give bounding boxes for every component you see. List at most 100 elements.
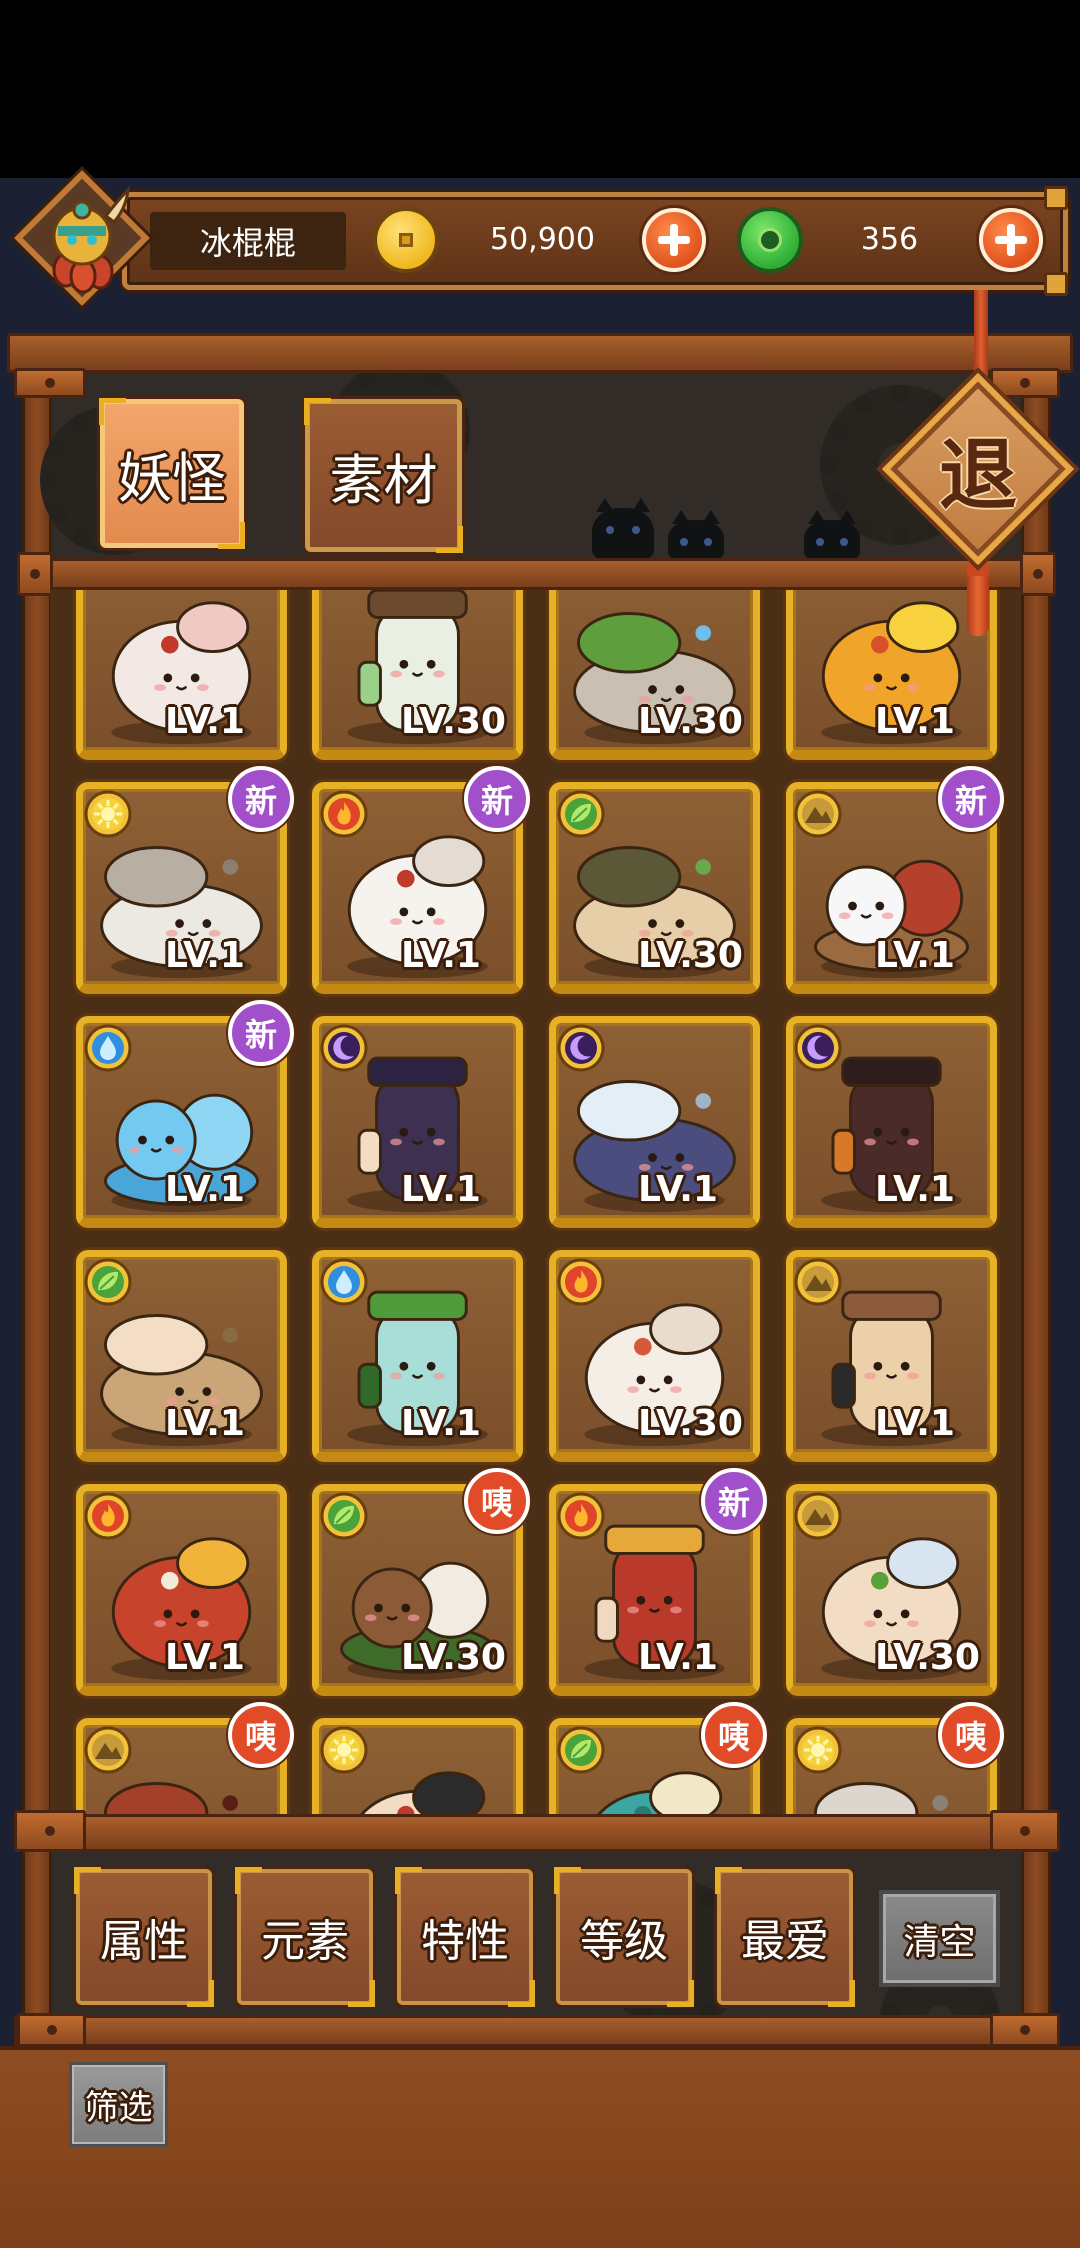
monster-grid[interactable]: LV.1 LV.30 LV.30 LV.1 新 LV.1 新 LV.1 LV.30 新 LV.1 新 L…: [50, 590, 1021, 1814]
tab-materials[interactable]: 素材: [304, 398, 463, 553]
exit-tassel: [967, 576, 989, 636]
earth-element-icon: [794, 790, 842, 838]
filter-attribute-label: 属性: [100, 1916, 188, 1967]
new-badge: 新: [228, 1000, 294, 1066]
resource-bar-cap: [1044, 186, 1068, 210]
beam-cap: [14, 368, 86, 398]
monster-level: LV.1: [875, 1169, 955, 1210]
gem-count: 356: [860, 222, 919, 257]
monster-level: LV.1: [638, 1637, 718, 1678]
huh-badge: 咦: [701, 1702, 767, 1768]
clear-filters-label: 清空: [903, 1921, 976, 1963]
monster-level: LV.1: [875, 935, 955, 976]
dark-element-icon: [794, 1024, 842, 1072]
monster-level: LV.30: [401, 1637, 506, 1678]
monster-card[interactable]: 咦: [76, 1702, 294, 1814]
filter-level-label: 等级: [580, 1916, 668, 1967]
monster-card[interactable]: LV.1: [786, 590, 997, 760]
tab-monsters-label: 妖怪: [118, 447, 226, 510]
monster-card[interactable]: LV.30: [786, 1484, 997, 1696]
new-badge: 新: [228, 766, 294, 832]
sun-element-icon: [320, 1726, 368, 1774]
clear-filters-button[interactable]: 清空: [879, 1890, 1000, 1987]
monster-card[interactable]: LV.1: [76, 590, 287, 760]
fire-element-icon: [557, 1492, 605, 1540]
frame-beam-grid-top: [22, 558, 1051, 590]
monster-level: LV.30: [401, 701, 506, 742]
monster-card[interactable]: LV.1: [786, 1250, 997, 1462]
filter-button-label: 筛选: [84, 2088, 153, 2128]
monster-card[interactable]: 新 LV.1: [549, 1468, 767, 1696]
tab-monsters[interactable]: 妖怪: [99, 398, 245, 549]
dark-element-icon: [320, 1024, 368, 1072]
monster-level: LV.1: [165, 935, 245, 976]
filter-trait-button[interactable]: 特性: [395, 1867, 535, 2007]
add-coins-button[interactable]: [642, 208, 706, 272]
fire-element-icon: [320, 790, 368, 838]
frame-post-right: [1021, 372, 1051, 2048]
monster-card[interactable]: LV.1: [76, 1484, 287, 1696]
beam-cap: [990, 368, 1060, 398]
monster-card[interactable]: LV.1: [312, 1250, 523, 1462]
fire-element-icon: [84, 1492, 132, 1540]
monster-level: LV.30: [638, 935, 743, 976]
monster-card[interactable]: 新 LV.1: [76, 766, 294, 994]
filter-trait-label: 特性: [421, 1916, 509, 1967]
frame-beam-bottom: [14, 2015, 1058, 2047]
monster-level: LV.1: [165, 1637, 245, 1678]
monster-card[interactable]: 咦: [549, 1702, 767, 1814]
filter-level-button[interactable]: 等级: [554, 1867, 694, 2007]
beam-cap: [17, 552, 53, 596]
shadow-creature: [668, 510, 724, 560]
filter-favorite-label: 最爱: [741, 1916, 829, 1967]
new-badge: 新: [464, 766, 530, 832]
monster-card[interactable]: LV.1: [312, 1016, 523, 1228]
player-name-label: 冰棍棍: [199, 224, 296, 262]
monster-card[interactable]: 咦 LV.30: [312, 1468, 530, 1696]
monster-card[interactable]: LV.30: [312, 590, 523, 760]
new-badge: 新: [938, 766, 1004, 832]
monster-level: LV.30: [638, 1403, 743, 1444]
filter-favorite-button[interactable]: 最爱: [715, 1867, 855, 2007]
sun-element-icon: [84, 790, 132, 838]
filter-attribute-button[interactable]: 属性: [74, 1867, 214, 2007]
monster-card[interactable]: LV.30: [549, 782, 760, 994]
coin-icon: [373, 207, 439, 273]
dark-element-icon: [557, 1024, 605, 1072]
monster-level: LV.1: [165, 1403, 245, 1444]
earth-element-icon: [794, 1258, 842, 1306]
shadow-creature: [804, 510, 860, 560]
monster-card[interactable]: LV.1: [786, 1016, 997, 1228]
monster-card[interactable]: 新 LV.1: [786, 766, 1004, 994]
player-avatar[interactable]: [14, 170, 150, 306]
monster-card[interactable]: [312, 1718, 523, 1814]
gem-icon: [737, 207, 803, 273]
frame-beam-grid-bottom: [14, 1814, 1058, 1852]
sun-element-icon: [794, 1726, 842, 1774]
beam-cap: [17, 2013, 86, 2047]
monster-card[interactable]: LV.30: [549, 590, 760, 760]
monster-card[interactable]: 新 LV.1: [76, 1000, 294, 1228]
leaf-element-icon: [557, 790, 605, 838]
monster-card[interactable]: 新 LV.1: [312, 766, 530, 994]
filter-element-button[interactable]: 元素: [235, 1867, 375, 2007]
frame-post-left: [22, 372, 52, 2048]
gem-core: [758, 228, 782, 252]
avatar-character-icon: [52, 185, 130, 294]
huh-badge: 咦: [464, 1468, 530, 1534]
add-gems-button[interactable]: [979, 208, 1043, 272]
coin-hole: [399, 233, 413, 247]
water-element-icon: [84, 1024, 132, 1072]
filter-button[interactable]: 筛选: [69, 2062, 168, 2147]
frame-beam-top: [7, 333, 1073, 373]
monster-card[interactable]: 咦: [786, 1702, 1004, 1814]
monster-level: LV.1: [401, 1403, 481, 1444]
earth-element-icon: [84, 1726, 132, 1774]
exit-label[interactable]: 退: [910, 401, 1046, 537]
monster-card[interactable]: LV.1: [76, 1250, 287, 1462]
monster-level: LV.30: [875, 1637, 980, 1678]
huh-badge: 咦: [938, 1702, 1004, 1768]
monster-card[interactable]: LV.1: [549, 1016, 760, 1228]
monster-card[interactable]: LV.30: [549, 1250, 760, 1462]
beam-cap: [14, 1810, 86, 1852]
